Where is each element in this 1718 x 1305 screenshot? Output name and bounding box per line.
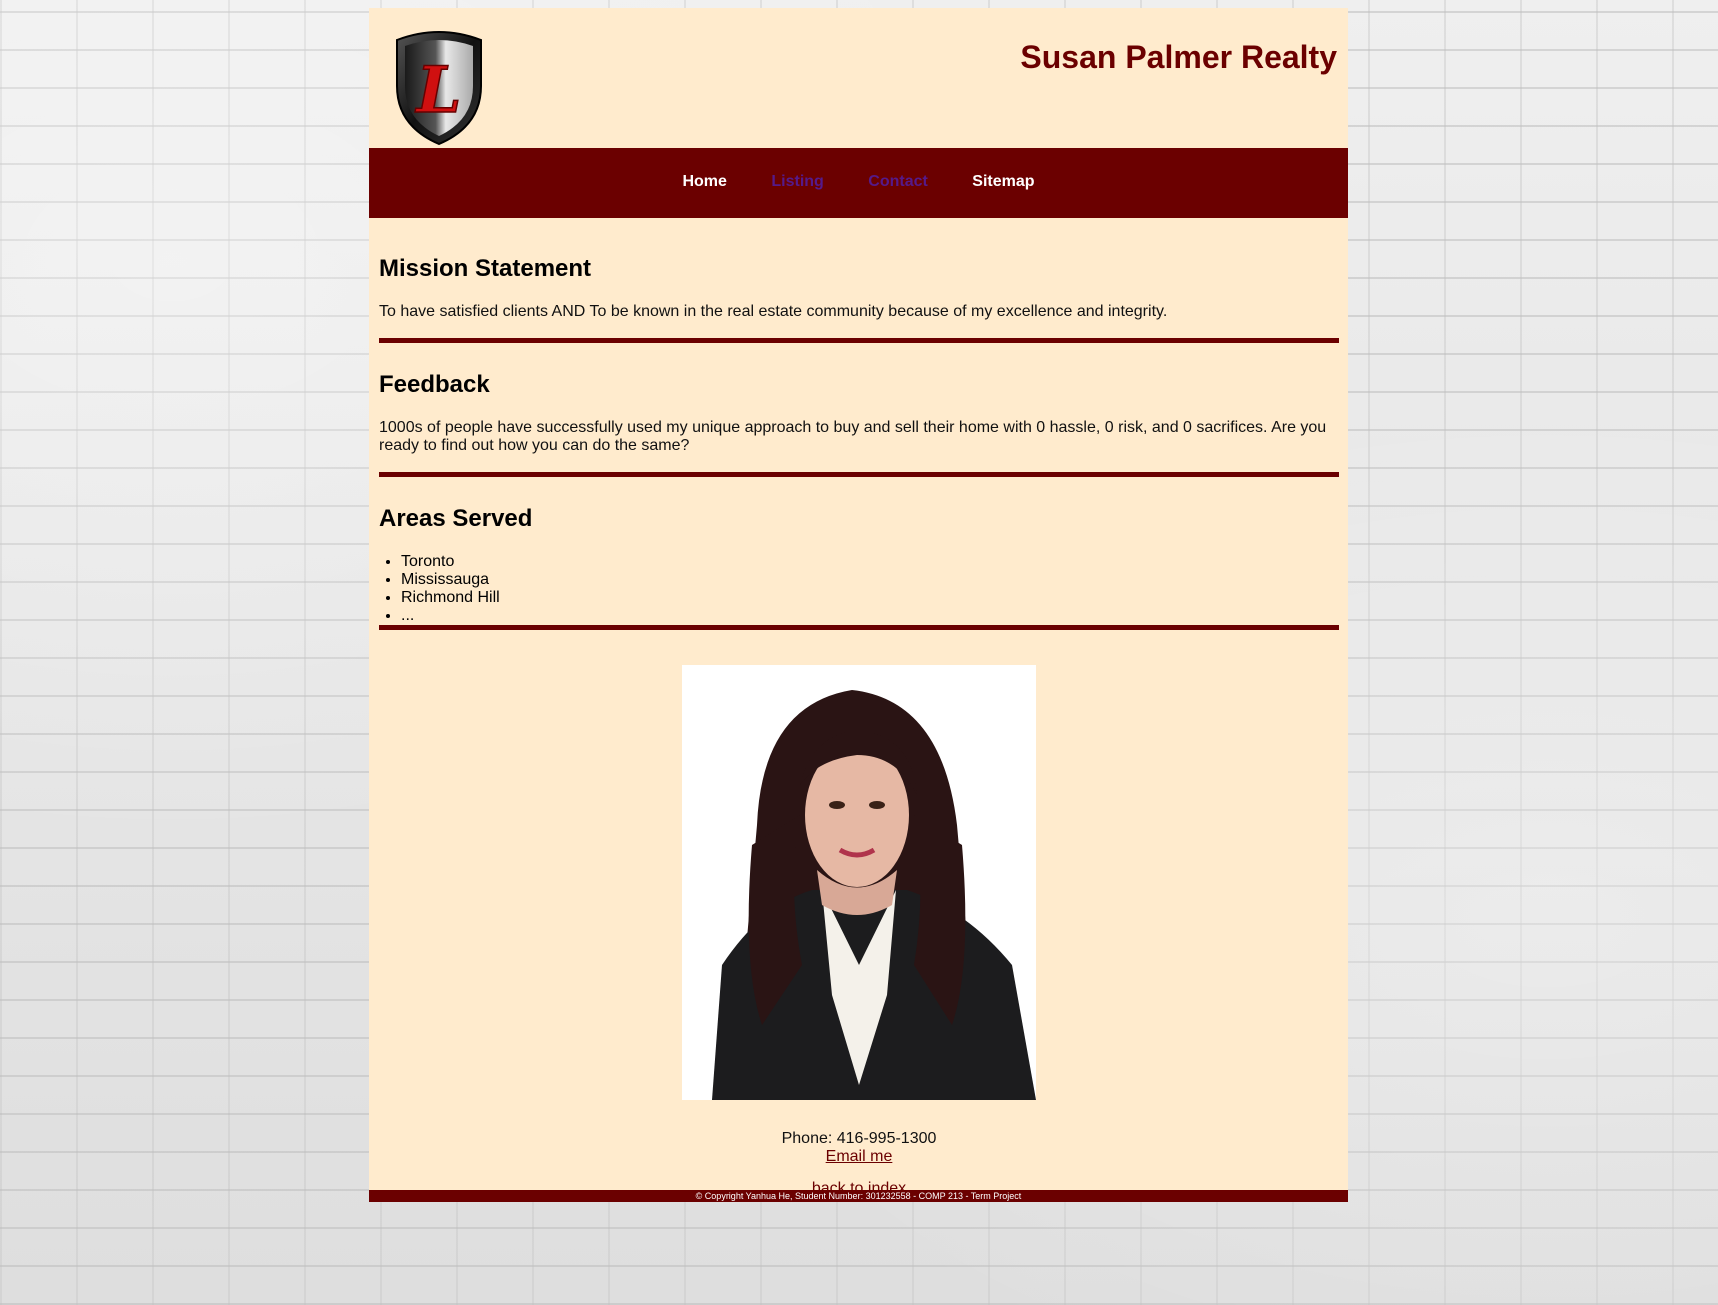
main-content: Mission Statement To have satisfied clie… bbox=[379, 218, 1339, 1198]
site-header: L Susan Palmer Realty bbox=[369, 8, 1348, 148]
contact-block: Phone: 416-995-1300 Email me back to ind… bbox=[379, 1130, 1339, 1198]
nav-sitemap-link[interactable]: Sitemap bbox=[972, 173, 1034, 190]
portrait-wrapper bbox=[379, 665, 1339, 1105]
list-item: Richmond Hill bbox=[401, 589, 1339, 607]
list-item: Mississauga bbox=[401, 571, 1339, 589]
logo-letter: L bbox=[415, 53, 462, 128]
main-nav: Home Listing Contact Sitemap bbox=[369, 148, 1348, 218]
nav-listing-link[interactable]: Listing bbox=[771, 173, 823, 190]
nav-home-link[interactable]: Home bbox=[682, 173, 726, 190]
nav-contact-link[interactable]: Contact bbox=[868, 173, 928, 190]
copyright-text: © Copyright Yanhua He, Student Number: 3… bbox=[695, 1191, 1022, 1201]
page-container: L Susan Palmer Realty Home Listing Conta… bbox=[369, 8, 1348, 1202]
areas-heading: Areas Served bbox=[379, 505, 533, 532]
site-title: Susan Palmer Realty bbox=[1020, 39, 1337, 75]
footer-bar: © Copyright Yanhua He, Student Number: 3… bbox=[369, 1190, 1348, 1202]
areas-list: Toronto Mississauga Richmond Hill ... bbox=[379, 553, 1339, 625]
feedback-text: 1000s of people have successfully used m… bbox=[379, 419, 1327, 454]
shield-logo-icon: L bbox=[396, 31, 482, 146]
feedback-heading: Feedback bbox=[379, 371, 490, 398]
mission-text: To have satisfied clients AND To be know… bbox=[379, 303, 1168, 320]
phone-text: Phone: 416-995-1300 bbox=[781, 1130, 937, 1147]
list-item: ... bbox=[401, 607, 1339, 625]
list-item: Toronto bbox=[401, 553, 1339, 571]
mission-heading: Mission Statement bbox=[379, 255, 592, 282]
realtor-portrait bbox=[682, 665, 1036, 1100]
email-link[interactable]: Email me bbox=[826, 1148, 893, 1165]
